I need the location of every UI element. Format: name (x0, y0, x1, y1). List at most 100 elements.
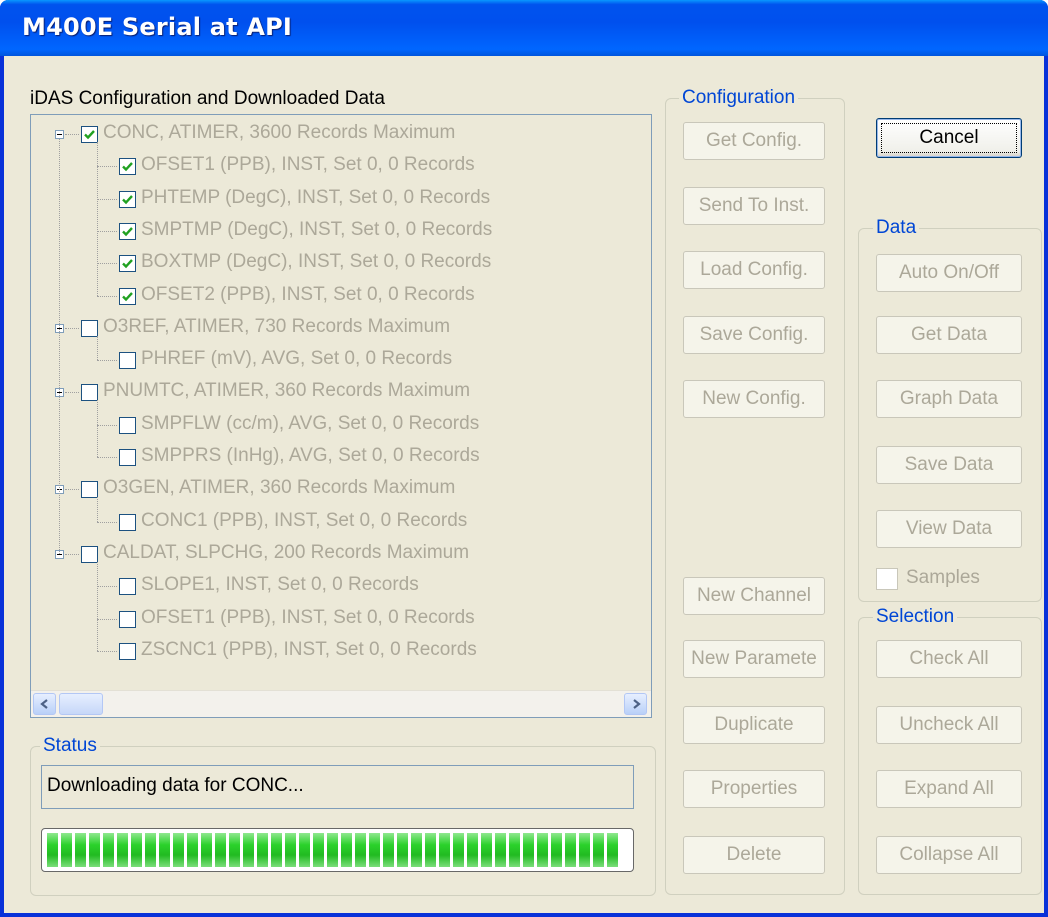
tree-checkbox[interactable] (119, 513, 136, 531)
tree-parameter-label[interactable]: ZSCNC1 (PPB), INST, Set 0, 0 Records (141, 639, 477, 667)
progress-segment (327, 833, 338, 867)
tree-connector (97, 586, 117, 588)
auto-on-off-button[interactable]: Auto On/Off (876, 254, 1022, 292)
tree-connector (97, 335, 98, 361)
new-config-button[interactable]: New Config. (683, 380, 825, 418)
idas-tree[interactable]: CONC, ATIMER, 3600 Records Maximum OFSET1… (30, 114, 652, 718)
progress-segment (481, 833, 492, 867)
progress-segment (145, 833, 156, 867)
title-bar[interactable]: M400E Serial at API (0, 0, 1048, 56)
tree-checkbox[interactable] (119, 222, 136, 240)
new-parameter-button[interactable]: New Paramete (683, 640, 825, 678)
tree-channel-label[interactable]: O3REF, ATIMER, 730 Records Maximum (103, 316, 450, 344)
get-config-button[interactable]: Get Config. (683, 122, 825, 160)
tree-checkbox[interactable] (119, 287, 136, 305)
graph-data-button[interactable]: Graph Data (876, 380, 1022, 418)
tree-checkbox[interactable] (119, 255, 136, 273)
tree-channel-label[interactable]: CALDAT, SLPCHG, 200 Records Maximum (103, 542, 469, 570)
tree-connector (97, 230, 117, 232)
tree-channel-label[interactable]: PNUMTC, ATIMER, 360 Records Maximum (103, 380, 470, 408)
tree-checkbox[interactable] (81, 384, 98, 402)
progress-segment (607, 833, 618, 867)
expand-all-button[interactable]: Expand All (876, 770, 1022, 808)
tree-connector (59, 139, 60, 554)
tree-parameter-label[interactable]: SMPPRS (InHg), AVG, Set 0, 0 Records (141, 445, 480, 473)
tree-channel-label[interactable]: CONC, ATIMER, 3600 Records Maximum (103, 122, 455, 150)
progress-segment (47, 833, 58, 867)
progress-segment (103, 833, 114, 867)
view-data-button[interactable]: View Data (876, 510, 1022, 548)
tree-connector (97, 618, 117, 620)
get-data-button[interactable]: Get Data (876, 316, 1022, 354)
tree-checkbox[interactable] (81, 319, 98, 337)
tree-checkbox[interactable] (119, 642, 136, 660)
progress-segment (117, 833, 128, 867)
progress-segment (299, 833, 310, 867)
tree-parameter-label[interactable]: BOXTMP (DegC), INST, Set 0, 0 Records (141, 251, 491, 279)
tree-parameter-label[interactable]: CONC1 (PPB), INST, Set 0, 0 Records (141, 510, 467, 538)
progress-segment (509, 833, 520, 867)
collapse-icon[interactable] (55, 130, 64, 139)
properties-button[interactable]: Properties (683, 770, 825, 808)
tree-connector (97, 360, 117, 362)
progress-segment (537, 833, 548, 867)
tree-parameter-label[interactable]: SMPFLW (cc/m), AVG, Set 0, 0 Records (141, 413, 479, 441)
horizontal-scrollbar[interactable] (31, 690, 651, 717)
collapse-all-button[interactable]: Collapse All (876, 836, 1022, 874)
focus-rect (881, 123, 1017, 153)
tree-parameter-label[interactable]: PHTEMP (DegC), INST, Set 0, 0 Records (141, 187, 490, 215)
tree-parameter-label[interactable]: OFSET1 (PPB), INST, Set 0, 0 Records (141, 154, 475, 182)
progress-segment (523, 833, 534, 867)
tree-checkbox[interactable] (119, 578, 136, 596)
configuration-group-title: Configuration (679, 87, 799, 109)
tree-connector (97, 198, 117, 200)
samples-label: Samples (906, 567, 980, 588)
tree-connector (65, 392, 79, 394)
tree-checkbox[interactable] (119, 610, 136, 628)
scroll-thumb[interactable] (59, 693, 103, 715)
tree-parameter-label[interactable]: PHREF (mV), AVG, Set 0, 0 Records (141, 348, 452, 376)
tree-checkbox[interactable] (81, 126, 98, 143)
arrow-right-icon (632, 699, 641, 709)
progress-segment (187, 833, 198, 867)
scroll-right-button[interactable] (624, 693, 647, 715)
tree-connector (97, 650, 117, 652)
tree-parameter-label[interactable]: OFSET1 (PPB), INST, Set 0, 0 Records (141, 607, 475, 635)
tree-parameter-label[interactable]: SMPTMP (DegC), INST, Set 0, 0 Records (141, 219, 492, 247)
send-to-inst-button[interactable]: Send To Inst. (683, 187, 825, 225)
check-all-button[interactable]: Check All (876, 640, 1022, 678)
cancel-button[interactable]: Cancel (876, 118, 1022, 158)
data-group-title: Data (873, 217, 920, 239)
progress-segment (411, 833, 422, 867)
tree-checkbox[interactable] (119, 158, 136, 176)
tree-checkbox[interactable] (81, 545, 98, 563)
samples-checkbox[interactable] (876, 568, 898, 590)
tree-checkbox[interactable] (119, 449, 136, 466)
progress-segment (257, 833, 268, 867)
tree-checkbox[interactable] (119, 190, 136, 208)
save-data-button[interactable]: Save Data (876, 446, 1022, 484)
main-window: M400E Serial at API iDAS Configuration a… (0, 0, 1048, 917)
tree-checkbox[interactable] (119, 352, 136, 370)
tree-parameter-label[interactable]: SLOPE1, INST, Set 0, 0 Records (141, 574, 419, 602)
tree-connector (97, 142, 98, 296)
duplicate-button[interactable]: Duplicate (683, 706, 825, 744)
progress-segment (355, 833, 366, 867)
tree-parameter-label[interactable]: OFSET2 (PPB), INST, Set 0, 0 Records (141, 284, 475, 312)
progress-segment (579, 833, 590, 867)
progress-segment (551, 833, 562, 867)
scroll-left-button[interactable] (33, 693, 56, 715)
progress-segment (173, 833, 184, 867)
tree-checkbox[interactable] (119, 416, 136, 434)
progress-segment (215, 833, 226, 867)
tree-channel-label[interactable]: O3GEN, ATIMER, 360 Records Maximum (103, 477, 455, 505)
progress-segment (313, 833, 324, 867)
uncheck-all-button[interactable]: Uncheck All (876, 706, 1022, 744)
tree-checkbox[interactable] (81, 481, 98, 499)
progress-segment (397, 833, 408, 867)
tree-connector (97, 295, 117, 297)
delete-button[interactable]: Delete (683, 836, 825, 874)
new-channel-button[interactable]: New Channel (683, 577, 825, 615)
load-config-button[interactable]: Load Config. (683, 251, 825, 289)
save-config-button[interactable]: Save Config. (683, 316, 825, 354)
